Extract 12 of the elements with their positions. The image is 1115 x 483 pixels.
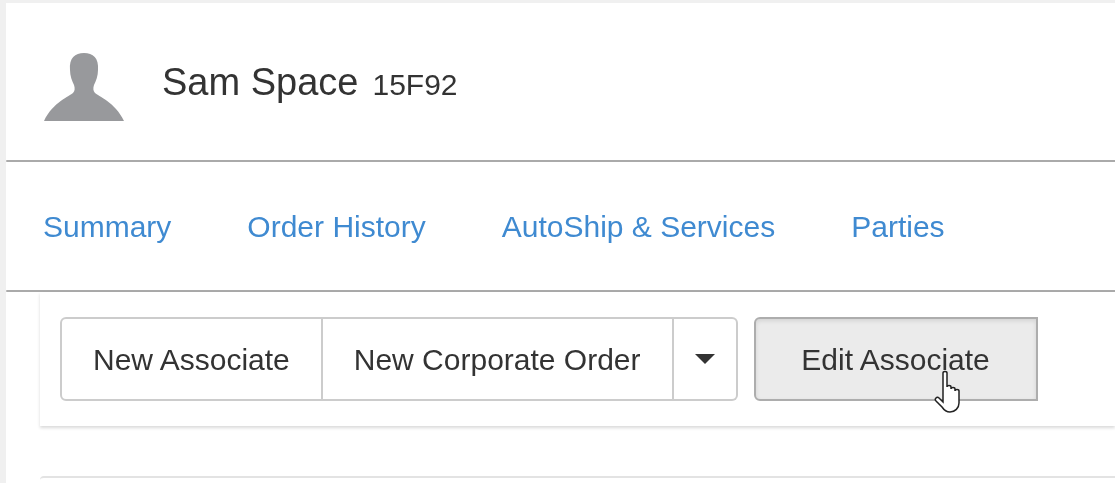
nav-tab[interactable]: Summary — [43, 203, 172, 249]
nav-tab[interactable]: AutoShip & Services — [501, 203, 776, 249]
profile-name: Sam Space — [162, 60, 359, 105]
nav-tab[interactable]: Order History — [247, 203, 426, 249]
avatar-icon — [44, 52, 124, 121]
toolbar-button[interactable]: New Corporate Order — [322, 317, 674, 401]
caret-icon — [694, 354, 715, 364]
nav-tab[interactable]: Parties — [851, 203, 945, 249]
edit-button[interactable]: Edit Associate — [753, 317, 1038, 401]
dropdown-toggle[interactable] — [673, 317, 738, 401]
profile-id: 15F92 — [372, 67, 458, 103]
toolbar-button[interactable]: New Associate — [60, 317, 323, 401]
